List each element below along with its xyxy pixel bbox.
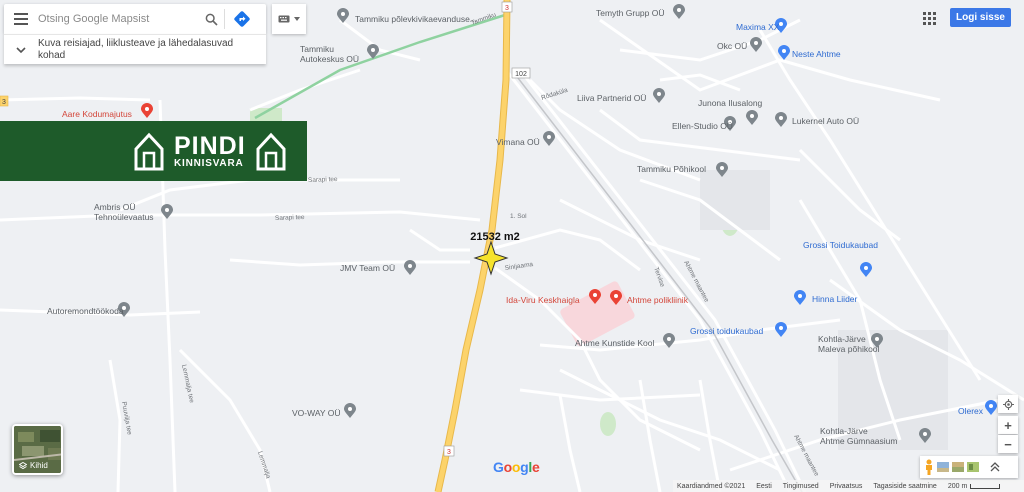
layers-text: Kihid xyxy=(30,461,48,470)
place-label: VO-WAY OÜ xyxy=(292,408,341,418)
google-logo-letter: o xyxy=(511,459,521,475)
expand-up-icon[interactable] xyxy=(990,462,1000,472)
login-button[interactable]: Logi sisse xyxy=(950,8,1011,27)
feedback-link[interactable]: Tagasiside saatmine xyxy=(873,483,936,490)
caret-down-icon xyxy=(294,17,300,21)
search-box xyxy=(4,4,266,34)
road-badge: 3 xyxy=(443,445,455,457)
svg-text:3: 3 xyxy=(505,5,509,12)
place-label: Vimana OÜ xyxy=(496,137,540,147)
google-logo-letter: G xyxy=(493,459,504,475)
place-label: Lukernel Auto OÜ xyxy=(792,116,859,126)
place-label: Junona Ilusalong xyxy=(698,98,763,108)
scale-bar[interactable]: 200 m xyxy=(948,483,1001,490)
marker-label: 21532 m2 xyxy=(470,231,520,243)
input-tools-button[interactable] xyxy=(272,4,306,34)
svg-text:3: 3 xyxy=(447,449,451,456)
road-label: Sarapi tee xyxy=(275,214,305,222)
place-label: JMV Team OÜ xyxy=(340,263,395,273)
layers-label: Kihid xyxy=(19,461,48,470)
my-location-icon xyxy=(1002,398,1014,410)
map-footer: Kaardiandmed ©2021 Eesti Tingimused Priv… xyxy=(673,480,1024,492)
place-marker[interactable]: Kohtla-Järve Maleva põhikool xyxy=(818,333,883,354)
search-input[interactable] xyxy=(38,6,198,32)
place-label: Ahtme polikliinik xyxy=(627,295,689,305)
streetview-bar[interactable] xyxy=(920,456,1018,478)
google-logo: Google xyxy=(493,459,540,475)
terms-link[interactable]: Tingimused xyxy=(783,483,819,490)
road-label: Sarapi tee xyxy=(308,176,338,184)
place-label: Aare Kodumajutus xyxy=(62,109,132,119)
svg-text:3: 3 xyxy=(2,99,6,106)
road-badge: 3 xyxy=(501,1,513,13)
imagery-thumb-icon[interactable] xyxy=(967,462,979,472)
place-label: Temyth Grupp OÜ xyxy=(596,8,665,18)
zoom-in-button[interactable]: + xyxy=(998,416,1018,434)
brand-subtitle: KINNISVARA xyxy=(174,157,244,169)
suggestion-text: Kuva reisiajad, liiklusteave ja lähedala… xyxy=(38,38,234,61)
house-logo-icon xyxy=(134,132,164,171)
layers-button[interactable]: Kihid xyxy=(12,424,63,475)
place-label: Olerex xyxy=(958,406,984,416)
country-link[interactable]: Eesti xyxy=(756,483,772,490)
zoom-out-button[interactable]: − xyxy=(998,435,1018,453)
place-label: Tammiku põlevkivikaevanduse... xyxy=(355,14,477,24)
place-label: Hinna Liider xyxy=(812,294,858,304)
imagery-thumb-icon[interactable] xyxy=(937,462,949,472)
apps-grid-icon[interactable] xyxy=(918,8,940,28)
google-logo-letter: e xyxy=(531,459,540,475)
place-label: Ellen-Studio OÜ xyxy=(672,121,733,131)
place-label: Maxima XX xyxy=(736,22,780,32)
place-label: Liiva Partnerid OÜ xyxy=(577,93,646,103)
house-logo-icon xyxy=(256,132,286,171)
svg-text:102: 102 xyxy=(515,71,527,78)
keyboard-icon xyxy=(278,15,290,23)
imagery-thumb-icon[interactable] xyxy=(952,462,964,472)
pindi-banner: PINDI KINNISVARA xyxy=(0,121,307,181)
road-label: 1. Sol xyxy=(510,213,527,220)
my-location-button[interactable] xyxy=(998,395,1018,413)
park xyxy=(600,412,616,436)
brand-text: PINDI KINNISVARA xyxy=(174,131,246,169)
search-icon[interactable] xyxy=(198,4,224,34)
layers-icon xyxy=(19,461,27,469)
map-canvas[interactable]: 3 102 3 3 Tammiku Ahtme maantee Ahtme ma… xyxy=(0,0,1024,492)
pegman-icon[interactable] xyxy=(924,459,934,475)
place-label: Autoremondtöökoda xyxy=(47,306,124,316)
menu-button[interactable] xyxy=(4,4,38,34)
place-label: Tammiku Põhikool xyxy=(637,164,706,174)
road-badge: 102 xyxy=(511,67,531,79)
place-label: Ida-Viru Keskhaigla xyxy=(506,295,580,305)
place-label: Grossi Toidukaubad xyxy=(803,240,878,250)
school-area xyxy=(700,170,770,230)
nearby-suggestion[interactable]: Kuva reisiajad, liiklusteave ja lähedala… xyxy=(4,34,266,64)
place-label: Grossi toidukaubad xyxy=(690,326,764,336)
map-data-credit: Kaardiandmed ©2021 xyxy=(677,482,746,490)
place-label: Ahtme Kunstide Kool xyxy=(575,338,654,348)
brand-name: PINDI xyxy=(174,131,246,160)
privacy-link[interactable]: Privaatsus xyxy=(830,483,863,490)
google-logo-letter: o xyxy=(503,459,513,475)
directions-icon[interactable] xyxy=(225,4,259,34)
road-badge: 3 xyxy=(0,95,9,107)
place-label: Okc OÜ xyxy=(717,41,747,51)
chevron-down-icon xyxy=(4,35,38,65)
place-label: Neste Ahtme xyxy=(792,49,841,59)
